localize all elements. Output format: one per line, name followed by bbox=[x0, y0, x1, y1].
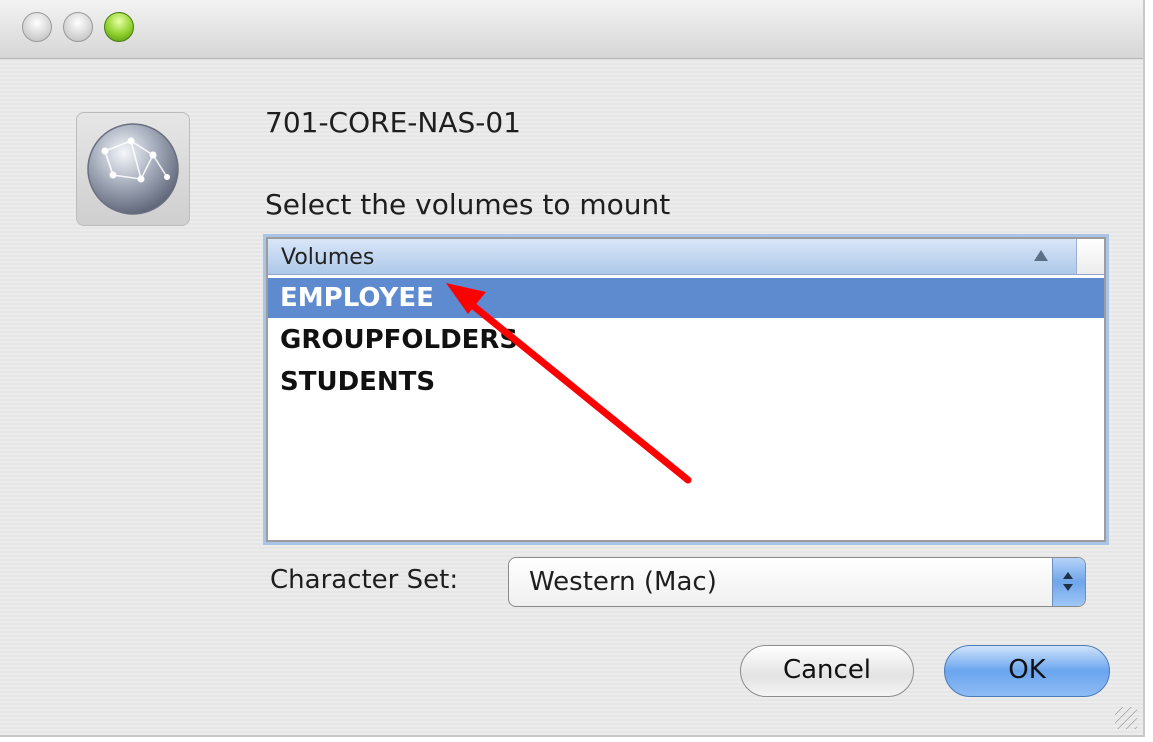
volumes-list[interactable]: Volumes EMPLOYEE GROUPFOLDERS STUDENTS bbox=[266, 237, 1106, 542]
column-label: Volumes bbox=[281, 245, 375, 270]
charset-popup[interactable]: Western (Mac) bbox=[508, 557, 1086, 607]
resize-grip-icon[interactable] bbox=[1115, 707, 1137, 729]
volumes-column-header[interactable]: Volumes bbox=[268, 239, 1076, 275]
charset-value: Western (Mac) bbox=[529, 567, 717, 597]
server-name: 701-CORE-NAS-01 bbox=[265, 106, 521, 139]
arrow-up-icon bbox=[1063, 572, 1073, 579]
charset-label: Character Set: bbox=[270, 565, 459, 595]
cancel-button[interactable]: Cancel bbox=[740, 645, 914, 697]
connect-dialog-window: 701-CORE-NAS-01 Select the volumes to mo… bbox=[0, 0, 1145, 737]
header-corner bbox=[1076, 239, 1104, 275]
ok-button[interactable]: OK bbox=[944, 645, 1110, 697]
list-item[interactable]: EMPLOYEE bbox=[268, 278, 1104, 318]
sort-ascending-icon bbox=[1034, 250, 1048, 261]
list-item[interactable]: STUDENTS bbox=[268, 362, 1104, 402]
popup-arrows-icon bbox=[1052, 558, 1085, 606]
instruction-text: Select the volumes to mount bbox=[265, 188, 671, 221]
title-bar bbox=[0, 0, 1143, 59]
list-item[interactable]: GROUPFOLDERS bbox=[268, 320, 1104, 360]
close-window-button[interactable] bbox=[22, 12, 52, 42]
arrow-down-icon bbox=[1063, 584, 1073, 591]
network-globe-icon bbox=[76, 112, 190, 226]
minimize-window-button[interactable] bbox=[63, 12, 93, 42]
zoom-window-button[interactable] bbox=[104, 12, 134, 42]
